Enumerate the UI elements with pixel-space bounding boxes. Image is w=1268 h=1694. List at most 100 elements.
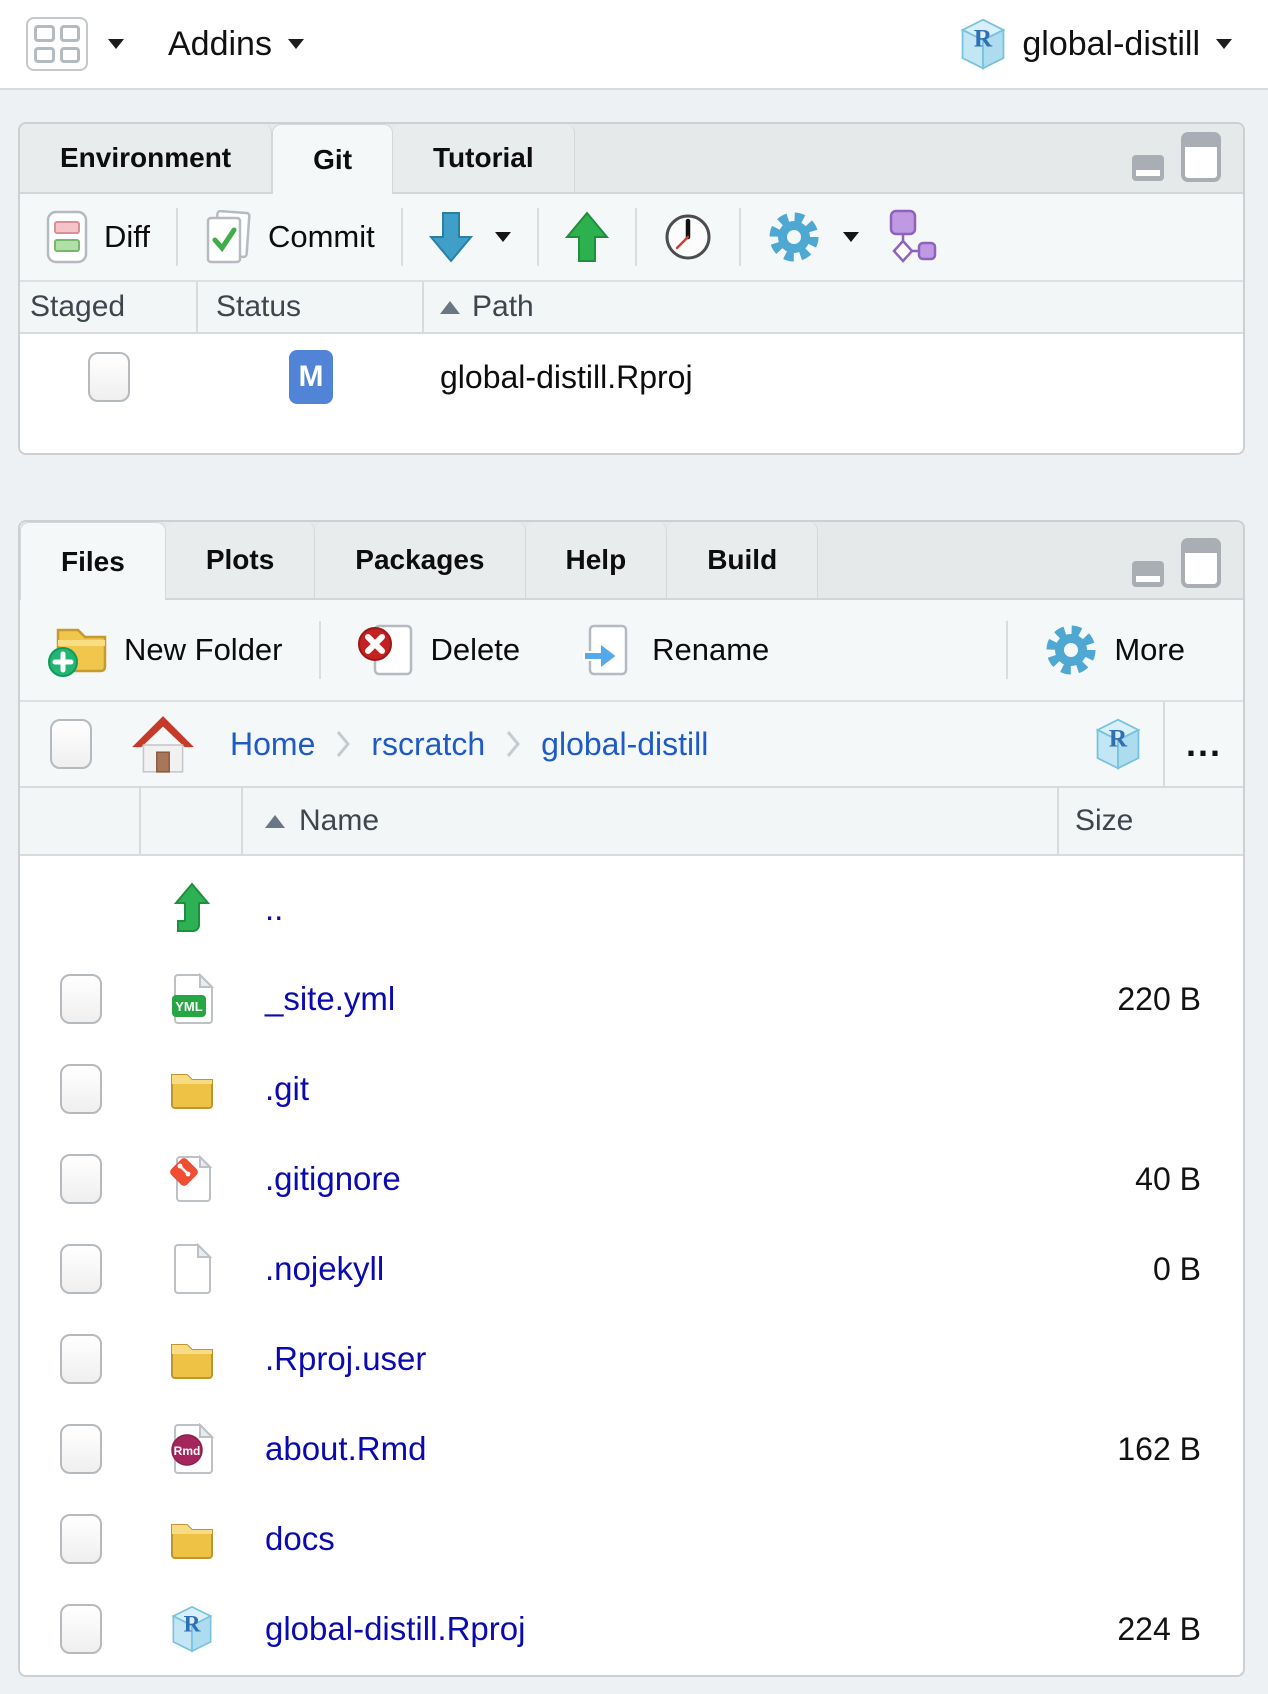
file-checkbox[interactable]	[60, 974, 102, 1024]
diff-button[interactable]: Diff	[36, 210, 160, 264]
files-toolbar: New Folder Delete Rename Mor	[20, 600, 1243, 702]
commit-button[interactable]: Commit	[194, 210, 385, 264]
file-link[interactable]: global-distill.Rproj	[265, 1610, 525, 1647]
commit-label: Commit	[268, 219, 375, 255]
name-column-header[interactable]: Name	[243, 788, 1059, 854]
git-file-row[interactable]: M global-distill.Rproj	[20, 338, 1243, 416]
tab-help[interactable]: Help	[526, 522, 668, 598]
file-checkbox[interactable]	[60, 1514, 102, 1564]
chevron-right-icon	[335, 729, 351, 759]
file-link[interactable]: about.Rmd	[265, 1430, 426, 1467]
addins-button[interactable]: Addins	[168, 25, 272, 64]
path-column-header[interactable]: Path	[424, 282, 1243, 332]
history-button[interactable]	[653, 212, 723, 262]
new-folder-icon	[48, 622, 108, 678]
file-size: 40 B	[1059, 1161, 1243, 1198]
file-checkbox[interactable]	[60, 1064, 102, 1114]
more-label: More	[1114, 632, 1185, 668]
directory-more-button[interactable]: ...	[1163, 702, 1243, 786]
tab-packages[interactable]: Packages	[315, 522, 525, 598]
file-checkbox[interactable]	[60, 1334, 102, 1384]
breadcrumb-rscratch-link[interactable]: rscratch	[371, 726, 485, 763]
tab-environment[interactable]: Environment	[20, 124, 272, 192]
more-button[interactable]: More	[1034, 623, 1195, 677]
file-row: .gitignore 40 B	[20, 1134, 1243, 1224]
delete-icon	[357, 622, 415, 678]
home-icon[interactable]	[130, 713, 196, 775]
svg-text:R: R	[974, 24, 993, 53]
svg-text:YML: YML	[175, 999, 203, 1014]
tab-git[interactable]: Git	[272, 124, 393, 194]
staged-column-header[interactable]: Staged	[20, 282, 198, 332]
file-checkbox[interactable]	[60, 1424, 102, 1474]
maximize-pane-icon[interactable]	[1181, 538, 1221, 588]
svg-text:R: R	[1109, 724, 1128, 753]
chevron-down-icon	[108, 39, 124, 49]
file-checkbox[interactable]	[60, 1244, 102, 1294]
tab-build[interactable]: Build	[667, 522, 818, 598]
diff-label: Diff	[104, 219, 150, 255]
push-button[interactable]	[555, 209, 619, 265]
chevron-right-icon	[505, 729, 521, 759]
status-column-header[interactable]: Status	[198, 282, 424, 332]
project-name: global-distill	[1022, 25, 1200, 64]
file-link[interactable]: .gitignore	[265, 1160, 401, 1197]
rename-icon	[580, 622, 636, 678]
file-size: 220 B	[1059, 981, 1243, 1018]
sort-ascending-icon	[265, 815, 285, 828]
pane-layout-icon	[26, 17, 88, 71]
r-project-icon: R	[960, 18, 1006, 70]
tab-plots[interactable]: Plots	[166, 522, 315, 598]
file-checkbox[interactable]	[60, 1154, 102, 1204]
file-link[interactable]: _site.yml	[265, 980, 395, 1017]
commit-icon	[204, 210, 252, 264]
files-pane: FilesPlotsPackagesHelpBuild New Folder	[18, 520, 1245, 1677]
delete-button[interactable]: Delete	[347, 622, 531, 678]
file-row: YML _site.yml 220 B	[20, 954, 1243, 1044]
minimize-pane-icon[interactable]	[1131, 154, 1165, 182]
branch-view-button[interactable]	[877, 209, 947, 265]
project-menu-button[interactable]: R global-distill	[960, 18, 1232, 70]
gear-icon	[1044, 623, 1098, 677]
file-link[interactable]: .nojekyll	[265, 1250, 384, 1287]
file-row: .Rproj.user	[20, 1314, 1243, 1404]
git-toolbar: Diff Commit	[20, 194, 1243, 282]
folder-icon	[169, 1069, 215, 1109]
select-all-checkbox[interactable]	[50, 719, 92, 769]
git-more-button[interactable]	[757, 210, 869, 264]
file-link[interactable]: .git	[265, 1070, 309, 1107]
file-link[interactable]: docs	[265, 1520, 335, 1557]
tab-files[interactable]: Files	[20, 522, 166, 600]
size-column-header[interactable]: Size	[1059, 788, 1243, 854]
breadcrumb-home-link[interactable]: Home	[230, 726, 315, 763]
breadcrumb-project-link[interactable]: global-distill	[541, 726, 708, 763]
files-table-header: Name Size	[20, 788, 1243, 856]
minimize-pane-icon[interactable]	[1131, 560, 1165, 588]
git-file-icon	[170, 1153, 214, 1205]
gear-icon	[767, 210, 821, 264]
file-checkbox[interactable]	[60, 1604, 102, 1654]
file-link[interactable]: .Rproj.user	[265, 1340, 426, 1377]
file-row: .git	[20, 1044, 1243, 1134]
tab-tutorial[interactable]: Tutorial	[393, 124, 575, 192]
rename-label: Rename	[652, 632, 769, 668]
new-folder-button[interactable]: New Folder	[38, 622, 293, 678]
pull-down-arrow-icon	[429, 209, 473, 265]
pull-button[interactable]	[419, 209, 521, 265]
pane-layout-button[interactable]	[26, 17, 124, 71]
rmd-file-icon: Rmd	[170, 1423, 214, 1475]
file-row: R global-distill.Rproj 224 B	[20, 1584, 1243, 1674]
rproj-file-icon: R	[171, 1605, 213, 1653]
maximize-pane-icon[interactable]	[1181, 132, 1221, 182]
file-link[interactable]: ..	[265, 890, 283, 927]
rename-button[interactable]: Rename	[570, 622, 779, 678]
breadcrumb: Home rscratch global-distill R ...	[20, 702, 1243, 788]
svg-text:Rmd: Rmd	[174, 1444, 201, 1458]
icon-column-header	[141, 788, 243, 854]
delete-label: Delete	[431, 632, 521, 668]
staged-checkbox[interactable]	[88, 352, 130, 402]
file-row: .nojekyll 0 B	[20, 1224, 1243, 1314]
up-arrow-icon	[170, 881, 214, 937]
folder-icon	[169, 1519, 215, 1559]
file-row: docs	[20, 1494, 1243, 1584]
